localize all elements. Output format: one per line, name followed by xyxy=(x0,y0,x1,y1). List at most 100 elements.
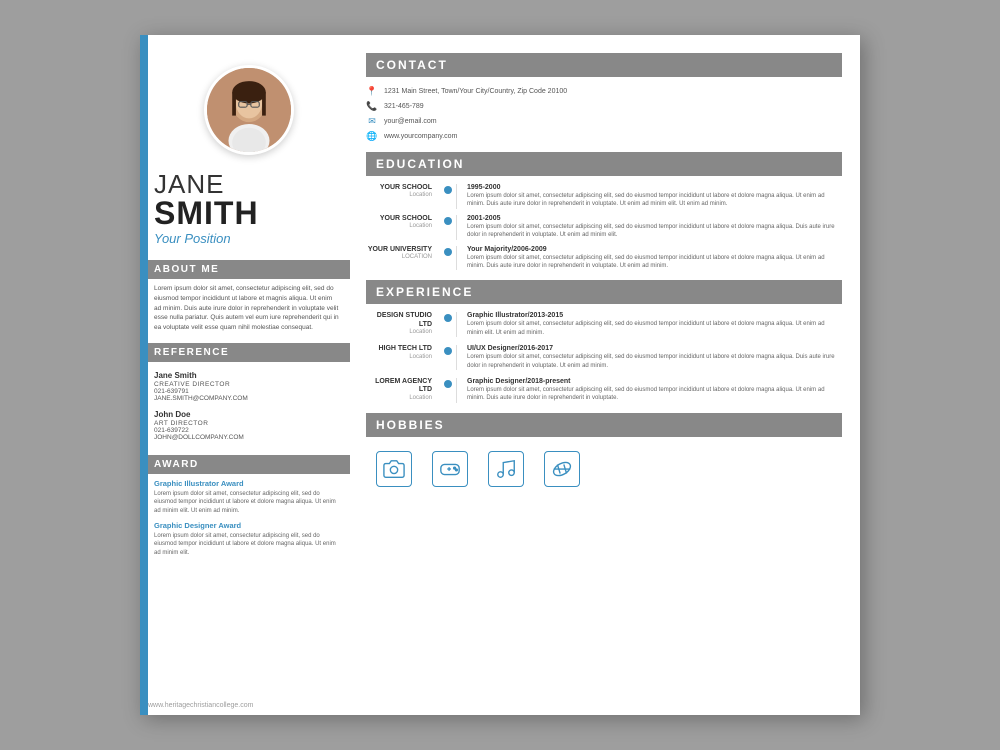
reference-item-1: Jane Smith CREATIVE DIRECTOR 021-639791 … xyxy=(154,371,340,402)
exp-desc-2: Lorem ipsum dolor sit amet, consectetur … xyxy=(467,353,842,370)
about-header: ABOUT ME xyxy=(140,260,350,279)
experience-header: EXPERIENCE xyxy=(366,280,842,304)
edu-school-3: YOUR UNIVERSITY xyxy=(366,246,446,254)
contact-website: www.yourcompany.com xyxy=(384,133,457,140)
hobby-gamepad-icon xyxy=(432,451,468,487)
reference-header: REFERENCE xyxy=(140,343,350,362)
edu-loc-3: LOCATION xyxy=(366,254,446,260)
edu-dot-2 xyxy=(444,217,452,225)
exp-right-1: Graphic Illustrator/2013-2015 Lorem ipsu… xyxy=(456,312,842,337)
contact-phone-row: 📞 321-465-789 xyxy=(366,100,842,112)
ref-title-1: CREATIVE DIRECTOR xyxy=(154,381,340,388)
edu-item-2: YOUR SCHOOL Location 2001-2005 Lorem ips… xyxy=(366,215,842,240)
edu-desc-3: Lorem ipsum dolor sit amet, consectetur … xyxy=(467,254,842,271)
ref-name-2: John Doe xyxy=(154,410,340,419)
edu-desc-2: Lorem ipsum dolor sit amet, consectetur … xyxy=(467,223,842,240)
sidebar-accent-bar xyxy=(140,35,148,715)
resume-page: JANE SMITH Your Position ABOUT ME Lorem … xyxy=(140,35,860,715)
exp-dot-2 xyxy=(444,347,452,355)
email-icon: ✉ xyxy=(366,115,378,127)
award-title-1: Graphic Illustrator Award xyxy=(154,479,340,488)
award-item-1: Graphic Illustrator Award Lorem ipsum do… xyxy=(154,479,340,515)
about-text: Lorem ipsum dolor sit amet, consectetur … xyxy=(140,284,350,333)
exp-item-3: LOREM AGENCY LTD Location Graphic Design… xyxy=(366,378,842,403)
edu-years-3: Your Majority/2006-2009 xyxy=(467,246,842,253)
exp-company-3: LOREM AGENCY LTD xyxy=(366,378,446,395)
exp-loc-1: Location xyxy=(366,329,446,335)
edu-years-1: 1995-2000 xyxy=(467,184,842,191)
exp-desc-3: Lorem ipsum dolor sit amet, consectetur … xyxy=(467,386,842,403)
main-content: CONTACT 📍 1231 Main Street, Town/Your Ci… xyxy=(350,35,860,715)
contact-email-row: ✉ your@email.com xyxy=(366,115,842,127)
hobby-camera-icon xyxy=(376,451,412,487)
ref-phone-2: 021-639722 xyxy=(154,427,340,434)
edu-school-2: YOUR SCHOOL xyxy=(366,215,446,223)
edu-left-1: YOUR SCHOOL Location xyxy=(366,184,456,209)
hobby-football-icon xyxy=(544,451,580,487)
edu-loc-2: Location xyxy=(366,223,446,229)
photo-area xyxy=(140,55,350,163)
edu-desc-1: Lorem ipsum dolor sit amet, consectetur … xyxy=(467,192,842,209)
exp-right-2: UI/UX Designer/2016-2017 Lorem ipsum dol… xyxy=(456,345,842,370)
edu-school-1: YOUR SCHOOL xyxy=(366,184,446,192)
edu-left-2: YOUR SCHOOL Location xyxy=(366,215,456,240)
edu-right-1: 1995-2000 Lorem ipsum dolor sit amet, co… xyxy=(456,184,842,209)
reference-item-2: John Doe ART DIRECTOR 021-639722 JOHN@DO… xyxy=(154,410,340,441)
contact-email: your@email.com xyxy=(384,118,437,125)
edu-dot-1 xyxy=(444,186,452,194)
exp-item-1: DESIGN STUDIO LTD Location Graphic Illus… xyxy=(366,312,842,337)
ref-email-1: JANE.SMITH@COMPANY.COM xyxy=(154,395,340,402)
exp-company-2: HIGH TECH LTD xyxy=(366,345,446,353)
exp-left-3: LOREM AGENCY LTD Location xyxy=(366,378,456,403)
exp-title-1: Graphic Illustrator/2013-2015 xyxy=(467,312,842,319)
phone-icon: 📞 xyxy=(366,100,378,112)
exp-title-2: UI/UX Designer/2016-2017 xyxy=(467,345,842,352)
exp-dot-1 xyxy=(444,314,452,322)
exp-item-2: HIGH TECH LTD Location UI/UX Designer/20… xyxy=(366,345,842,370)
location-icon: 📍 xyxy=(366,85,378,97)
edu-years-2: 2001-2005 xyxy=(467,215,842,222)
exp-loc-3: Location xyxy=(366,395,446,401)
edu-right-3: Your Majority/2006-2009 Lorem ipsum dolo… xyxy=(456,246,842,271)
award-item-2: Graphic Designer Award Lorem ipsum dolor… xyxy=(154,521,340,557)
profile-photo xyxy=(204,65,294,155)
award-title-2: Graphic Designer Award xyxy=(154,521,340,530)
award-text-2: Lorem ipsum dolor sit amet, consectetur … xyxy=(154,532,340,557)
contact-website-row: 🌐 www.yourcompany.com xyxy=(366,130,842,142)
exp-right-3: Graphic Designer/2018-present Lorem ipsu… xyxy=(456,378,842,403)
last-name: SMITH xyxy=(154,197,340,229)
contact-section: 📍 1231 Main Street, Town/Your City/Count… xyxy=(366,85,842,142)
experience-section: DESIGN STUDIO LTD Location Graphic Illus… xyxy=(366,312,842,402)
edu-dot-3 xyxy=(444,248,452,256)
education-header: EDUCATION xyxy=(366,152,842,176)
exp-company-1: DESIGN STUDIO LTD xyxy=(366,312,446,329)
edu-item-3: YOUR UNIVERSITY LOCATION Your Majority/2… xyxy=(366,246,842,271)
website-icon: 🌐 xyxy=(366,130,378,142)
edu-right-2: 2001-2005 Lorem ipsum dolor sit amet, co… xyxy=(456,215,842,240)
watermark: www.heritagechristiancollege.com xyxy=(148,702,253,709)
ref-phone-1: 021-639791 xyxy=(154,388,340,395)
exp-dot-3 xyxy=(444,380,452,388)
ref-title-2: ART DIRECTOR xyxy=(154,420,340,427)
exp-left-1: DESIGN STUDIO LTD Location xyxy=(366,312,456,337)
award-list: Graphic Illustrator Award Lorem ipsum do… xyxy=(140,479,350,557)
reference-list: Jane Smith CREATIVE DIRECTOR 021-639791 … xyxy=(140,367,350,445)
education-section: YOUR SCHOOL Location 1995-2000 Lorem ips… xyxy=(366,184,842,270)
hobbies-header: HOBBIES xyxy=(366,413,842,437)
first-name: JANE xyxy=(154,171,340,197)
exp-title-3: Graphic Designer/2018-present xyxy=(467,378,842,385)
edu-loc-1: Location xyxy=(366,192,446,198)
position-title: Your Position xyxy=(154,231,340,246)
contact-address-row: 📍 1231 Main Street, Town/Your City/Count… xyxy=(366,85,842,97)
ref-name-1: Jane Smith xyxy=(154,371,340,380)
exp-desc-1: Lorem ipsum dolor sit amet, consectetur … xyxy=(467,320,842,337)
hobby-music-icon xyxy=(488,451,524,487)
ref-email-2: JOHN@DOLLCOMPANY.COM xyxy=(154,434,340,441)
award-text-1: Lorem ipsum dolor sit amet, consectetur … xyxy=(154,490,340,515)
sidebar: JANE SMITH Your Position ABOUT ME Lorem … xyxy=(140,35,350,715)
exp-loc-2: Location xyxy=(366,354,446,360)
edu-left-3: YOUR UNIVERSITY LOCATION xyxy=(366,246,456,271)
exp-left-2: HIGH TECH LTD Location xyxy=(366,345,456,370)
contact-header: CONTACT xyxy=(366,53,842,77)
edu-item-1: YOUR SCHOOL Location 1995-2000 Lorem ips… xyxy=(366,184,842,209)
